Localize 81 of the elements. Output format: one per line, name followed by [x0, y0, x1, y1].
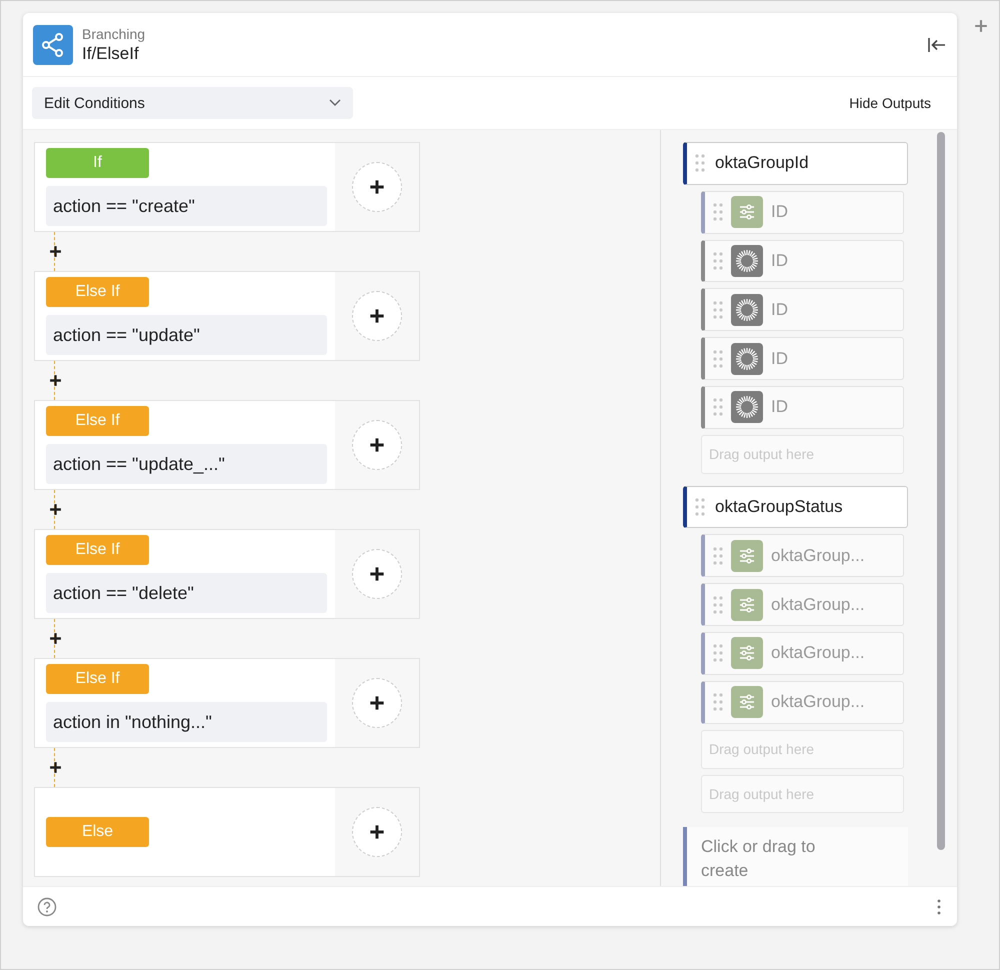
condition-badge: If: [46, 148, 149, 178]
condition-badge: Else If: [46, 277, 149, 307]
drag-handle-icon[interactable]: [713, 300, 723, 320]
add-button[interactable]: [352, 678, 402, 728]
conditions-dropdown[interactable]: Edit Conditions: [32, 87, 353, 119]
sunburst-icon: [731, 294, 763, 326]
condition-badge: Else If: [46, 664, 149, 694]
output-label: oktaGroup...: [771, 594, 865, 615]
share-icon: [33, 24, 73, 64]
output-group[interactable]: oktaGroupStatus: [683, 486, 908, 528]
collapse-icon[interactable]: [927, 36, 947, 54]
add-button[interactable]: [352, 549, 402, 599]
output-item[interactable]: ID: [701, 288, 904, 332]
scrollbar[interactable]: [937, 132, 945, 850]
add-icon[interactable]: [369, 824, 385, 840]
add-button[interactable]: [352, 807, 402, 857]
drag-handle-icon[interactable]: [695, 497, 705, 518]
node-title: If/ElseIf: [82, 44, 140, 64]
add-button[interactable]: [352, 162, 402, 212]
drag-handle-icon[interactable]: [713, 202, 723, 222]
condition-expression[interactable]: action == "update": [46, 315, 327, 355]
output-item[interactable]: oktaGroup...: [701, 583, 904, 626]
drag-handle-icon[interactable]: [713, 397, 723, 418]
output-item[interactable]: ID: [701, 386, 904, 429]
output-label: oktaGroup...: [771, 643, 865, 664]
output-label: ID: [771, 300, 788, 320]
add-icon[interactable]: [49, 374, 62, 387]
add-icon[interactable]: [49, 503, 62, 516]
sunburst-icon: [731, 391, 763, 424]
add-icon[interactable]: [49, 761, 62, 774]
output-label: ID: [771, 348, 788, 369]
add-icon[interactable]: [369, 308, 385, 324]
output-label: ID: [771, 202, 788, 222]
drag-handle-icon[interactable]: [695, 153, 705, 174]
add-icon[interactable]: [49, 632, 62, 645]
output-group-name: oktaGroupStatus: [715, 497, 843, 518]
output-label: oktaGroup...: [771, 546, 865, 566]
sliders-icon: [731, 540, 763, 572]
add-icon[interactable]: [369, 566, 385, 582]
sunburst-icon: [731, 342, 763, 375]
sliders-icon: [731, 637, 763, 670]
output-group-name: oktaGroupId: [715, 153, 809, 174]
add-icon[interactable]: [369, 695, 385, 711]
sliders-icon: [731, 588, 763, 621]
create-output-card[interactable]: Click or drag to create: [683, 827, 908, 886]
add-button[interactable]: [352, 291, 402, 341]
drag-handle-icon[interactable]: [713, 594, 723, 615]
output-item[interactable]: ID: [701, 190, 904, 234]
add-icon[interactable]: [369, 437, 385, 453]
output-item[interactable]: oktaGroup...: [701, 680, 904, 724]
output-item[interactable]: oktaGroup...: [701, 632, 904, 675]
condition-expression[interactable]: action == "delete": [46, 573, 327, 613]
add-icon[interactable]: [369, 179, 385, 195]
output-group[interactable]: oktaGroupId: [683, 142, 908, 185]
output-item[interactable]: ID: [701, 240, 904, 282]
condition-expression[interactable]: action == "update_...": [46, 444, 327, 484]
drag-handle-icon[interactable]: [713, 348, 723, 369]
add-icon[interactable]: [49, 245, 62, 258]
drag-handle-icon[interactable]: [713, 692, 723, 712]
output-item[interactable]: oktaGroup...: [701, 534, 904, 578]
more-icon[interactable]: [937, 898, 941, 914]
hide-outputs-button[interactable]: Hide Outputs: [849, 95, 931, 111]
drag-handle-icon[interactable]: [713, 250, 723, 271]
help-icon[interactable]: [37, 896, 57, 916]
output-label: ID: [771, 250, 788, 271]
drag-handle-icon[interactable]: [713, 643, 723, 664]
sliders-icon: [731, 686, 763, 718]
output-label: oktaGroup...: [771, 692, 865, 712]
sunburst-icon: [731, 244, 763, 277]
condition-badge: Else: [46, 817, 149, 847]
node-category: Branching: [82, 26, 146, 42]
output-label: ID: [771, 397, 788, 418]
condition-expression[interactable]: action in "nothing...": [46, 702, 327, 742]
condition-badge: Else If: [46, 406, 149, 436]
add-button[interactable]: [352, 420, 402, 470]
drag-handle-icon[interactable]: [713, 546, 723, 566]
chevron-down-icon: [329, 99, 341, 107]
output-item[interactable]: ID: [701, 337, 904, 380]
sliders-icon: [731, 196, 763, 228]
condition-expression[interactable]: action == "create": [46, 186, 327, 226]
condition-badge: Else If: [46, 535, 149, 565]
